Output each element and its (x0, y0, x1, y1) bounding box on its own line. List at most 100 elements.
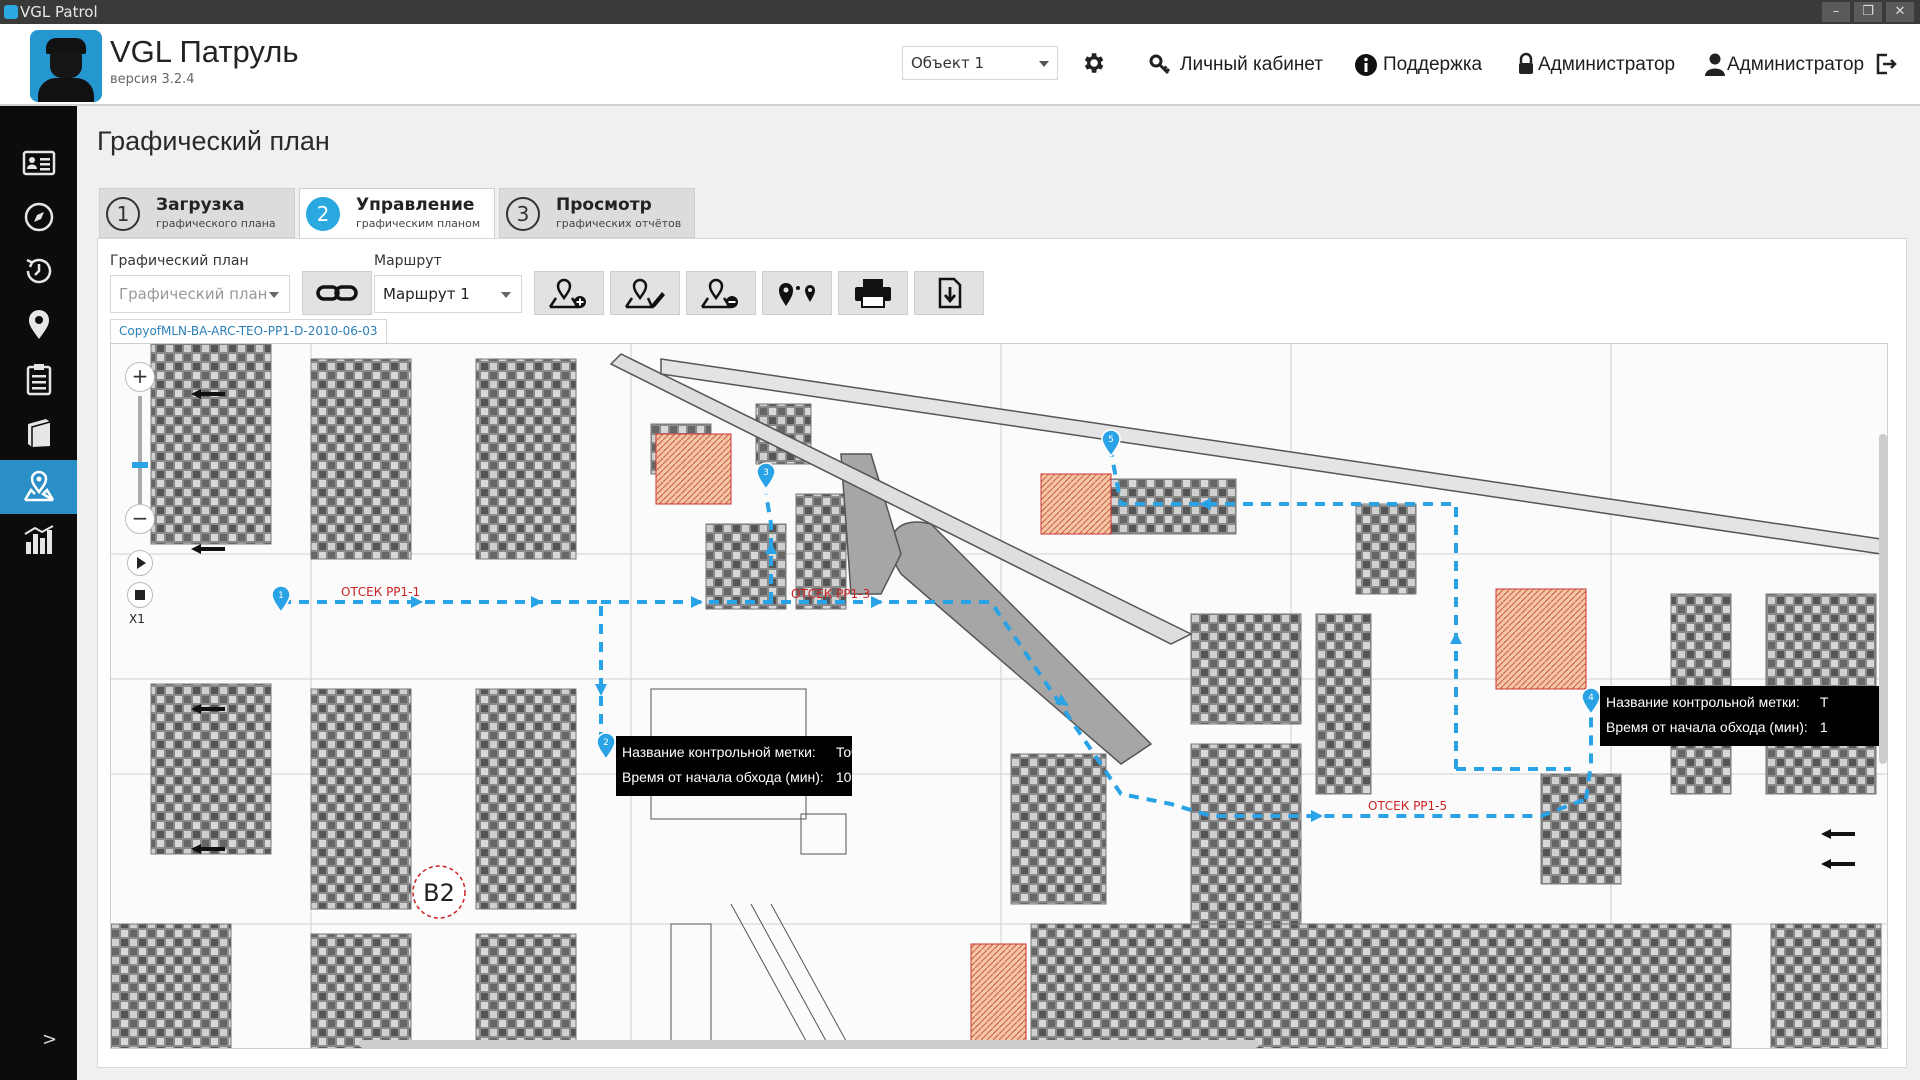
checkpoint-tooltip: Название контрольной метки: Т Время от н… (1600, 686, 1887, 746)
route-select-value: Маршрут 1 (383, 285, 470, 303)
admin-user-link[interactable]: Администратор (1727, 54, 1864, 76)
app-header: VGL Патруль версия 3.2.4 Объект 1 Личный… (0, 24, 1920, 106)
brand-name: VGL Патруль (110, 34, 299, 69)
gear-icon[interactable] (1080, 50, 1106, 76)
sidebar-item-route-map[interactable] (0, 460, 77, 514)
tooltip-time-value: 10 (835, 769, 852, 785)
history-clock-icon (25, 258, 51, 284)
tab-subtitle: графическим планом (356, 217, 481, 230)
chain-link-icon (316, 285, 358, 301)
plan-select-label: Графический план (110, 253, 249, 269)
sidebar-item-reports[interactable] (0, 514, 77, 568)
plan-select-placeholder: Графический план (119, 285, 268, 303)
checkpoint-1-label: 1 (278, 591, 284, 601)
info-icon (1355, 54, 1377, 76)
map-vertical-scrollbar[interactable] (1879, 434, 1887, 764)
lock-icon (1519, 52, 1533, 74)
zoom-slider-handle[interactable] (132, 462, 148, 468)
add-marker-icon (548, 278, 586, 309)
plan-select[interactable]: Графический план (110, 275, 290, 313)
tab-subtitle: графических отчётов (556, 217, 682, 230)
sidebar-item-book[interactable] (0, 406, 77, 460)
sidebar-item-checklist[interactable] (0, 352, 77, 406)
minimize-button[interactable]: – (1822, 2, 1850, 22)
tooltip-name-value: Т (1819, 694, 1829, 710)
download-button[interactable] (914, 271, 984, 315)
tooltip-time-label: Время от начала обхода (мин): (1606, 719, 1808, 735)
map-horizontal-scrollbar[interactable] (359, 1040, 1259, 1048)
link-button[interactable] (302, 271, 372, 315)
tooltip-name-label: Название контрольной метки: (1606, 694, 1800, 710)
compartment-label-5: ОТСЕК PP1-5 (1368, 799, 1447, 813)
zoom-out-button[interactable]: − (125, 504, 155, 534)
support-link[interactable]: Поддержка (1383, 54, 1482, 76)
stop-icon (135, 590, 145, 600)
chevron-down-icon (1039, 61, 1049, 67)
printer-icon (855, 279, 891, 308)
step-number: 2 (306, 197, 340, 231)
object-select[interactable]: Объект 1 (902, 46, 1058, 80)
user-icon (1705, 53, 1725, 76)
section-label: B2 (423, 879, 455, 907)
plan-file-tab[interactable]: CopyofMLN-BA-ARC-TEO-PP1-D-2010-06-03 (110, 319, 387, 343)
edit-checkpoint-button[interactable] (610, 271, 680, 315)
checkpoint-tooltip: Название контрольной метки: Точка 2 Врем… (616, 736, 852, 796)
tooltip-name-value: Точка 2 (835, 744, 852, 760)
playback-speed[interactable]: X1 (129, 612, 145, 626)
tab-manage[interactable]: 2 Управление графическим планом (299, 188, 495, 240)
edit-marker-icon (624, 278, 665, 309)
add-checkpoint-button[interactable] (534, 271, 604, 315)
sidebar-item-location[interactable] (0, 298, 77, 352)
contacts-card-icon (22, 150, 55, 176)
checkpoint-2-label: 2 (603, 738, 609, 748)
tooltip-time-value: 1 (1819, 719, 1828, 735)
app-version: версия 3.2.4 (110, 72, 195, 87)
tab-title: Загрузка (156, 195, 245, 215)
tab-subtitle: графического плана (156, 217, 276, 230)
remove-checkpoint-button[interactable] (686, 271, 756, 315)
close-button[interactable]: ✕ (1886, 2, 1914, 22)
step-number: 1 (106, 197, 140, 231)
print-button[interactable] (838, 271, 908, 315)
checkpoint-3-label: 3 (763, 468, 769, 478)
tooltip-name-label: Название контрольной метки: (622, 744, 816, 760)
step-number: 3 (506, 197, 540, 231)
main-content: Графический план 1 Загрузка графического… (77, 106, 1920, 1080)
tab-upload[interactable]: 1 Загрузка графического плана (99, 188, 295, 238)
sidebar-expand-button[interactable]: > (42, 1029, 57, 1050)
sidebar-item-contacts[interactable] (0, 136, 77, 190)
sidebar-item-compass[interactable] (0, 190, 77, 244)
key-icon (1149, 54, 1171, 75)
route-markers-button[interactable] (762, 271, 832, 315)
wizard-tabs: 1 Загрузка графического плана 2 Управлен… (99, 188, 695, 240)
zoom-in-button[interactable]: + (125, 362, 155, 392)
object-select-value: Объект 1 (911, 54, 984, 72)
route-select[interactable]: Маршрут 1 (374, 275, 522, 313)
chevron-down-icon (269, 292, 279, 298)
zoom-slider-track[interactable] (138, 396, 142, 504)
logout-icon[interactable] (1874, 52, 1898, 76)
tab-title: Управление (356, 195, 475, 215)
sidebar: > (0, 106, 77, 1080)
compass-icon (24, 202, 53, 232)
personal-cabinet-link[interactable]: Личный кабинет (1180, 54, 1323, 76)
checkpoint-4-label: 4 (1588, 693, 1594, 703)
tab-view-reports[interactable]: 3 Просмотр графических отчётов (499, 188, 695, 238)
page-title: Графический план (97, 126, 330, 156)
route-select-label: Маршрут (374, 253, 442, 269)
floor-plan-map[interactable]: 1 2 3 4 5 ОТСЕК PP1-1 ОТСЕК PP1-3 ОТСЕК … (110, 343, 1888, 1049)
route-map-icon (23, 470, 54, 502)
clipboard-icon (26, 364, 51, 396)
checkpoint-5-label: 5 (1108, 435, 1114, 445)
compartment-label-3: ОТСЕК PP1-3 (791, 587, 870, 601)
download-file-icon (938, 277, 962, 309)
maximize-button[interactable]: ❐ (1854, 2, 1882, 22)
sidebar-item-history[interactable] (0, 244, 77, 298)
markers-icon (779, 283, 815, 306)
admin-role-link[interactable]: Администратор (1538, 54, 1675, 76)
window-titlebar: VGL Patrol – ❐ ✕ (0, 0, 1920, 24)
book-icon (27, 419, 50, 447)
play-button[interactable] (127, 550, 153, 576)
bar-chart-icon (23, 525, 53, 554)
stop-button[interactable] (127, 582, 153, 608)
